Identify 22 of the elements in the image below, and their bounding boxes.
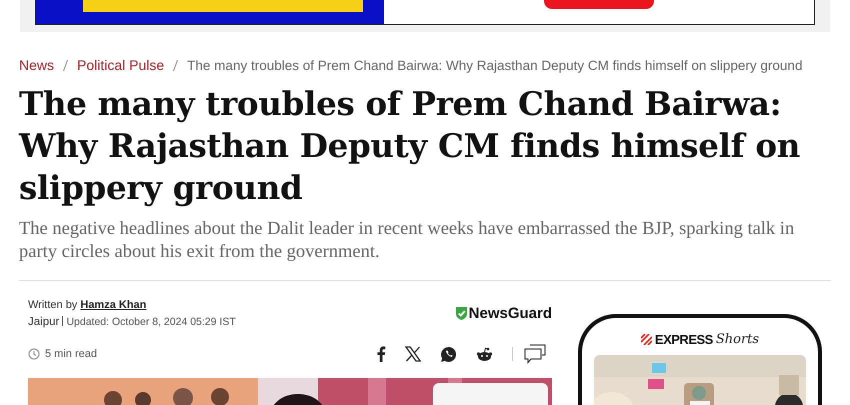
reddit-share-button[interactable]	[476, 346, 493, 362]
read-time: 5 min read	[45, 348, 97, 360]
stripes-icon	[640, 334, 652, 345]
byline-location: Jaipur	[28, 316, 60, 328]
whatsapp-share-button[interactable]	[440, 346, 457, 362]
shorts-title: Shorts	[716, 332, 760, 347]
byline-prefix: Written by	[28, 299, 78, 311]
comments-button[interactable]	[524, 344, 546, 364]
shield-check-icon	[454, 306, 468, 321]
x-share-button[interactable]	[405, 346, 421, 362]
breadcrumb-link[interactable]: Political Pulse	[77, 57, 164, 73]
article-subheadline: The negative headlines about the Dalit leader in recent weeks have embarrassed the BJP, sparking talk in party circles about his exit from the government.	[19, 218, 796, 264]
author-link[interactable]: Hamza Khan	[80, 299, 146, 311]
updated-date: Updated: October 8, 2024 05:29 IST	[66, 316, 236, 328]
article-headline: The many troubles of Prem Chand Bairwa: Why Rajasthan Deputy CM finds himself on slippery ground	[19, 83, 802, 209]
facebook-share-button[interactable]	[376, 346, 386, 362]
advertisement-banner[interactable]	[35, 0, 815, 25]
clock-icon	[28, 348, 40, 360]
newsguard-logo: NewsGuard	[468, 305, 552, 322]
breadcrumb-link[interactable]: News	[19, 57, 54, 73]
express-logo: EXPRESS	[654, 332, 713, 347]
breadcrumb-current: The many troubles of Prem Chand Bairwa: Why Rajasthan Deputy CM finds himself on slippery ground	[187, 58, 802, 73]
